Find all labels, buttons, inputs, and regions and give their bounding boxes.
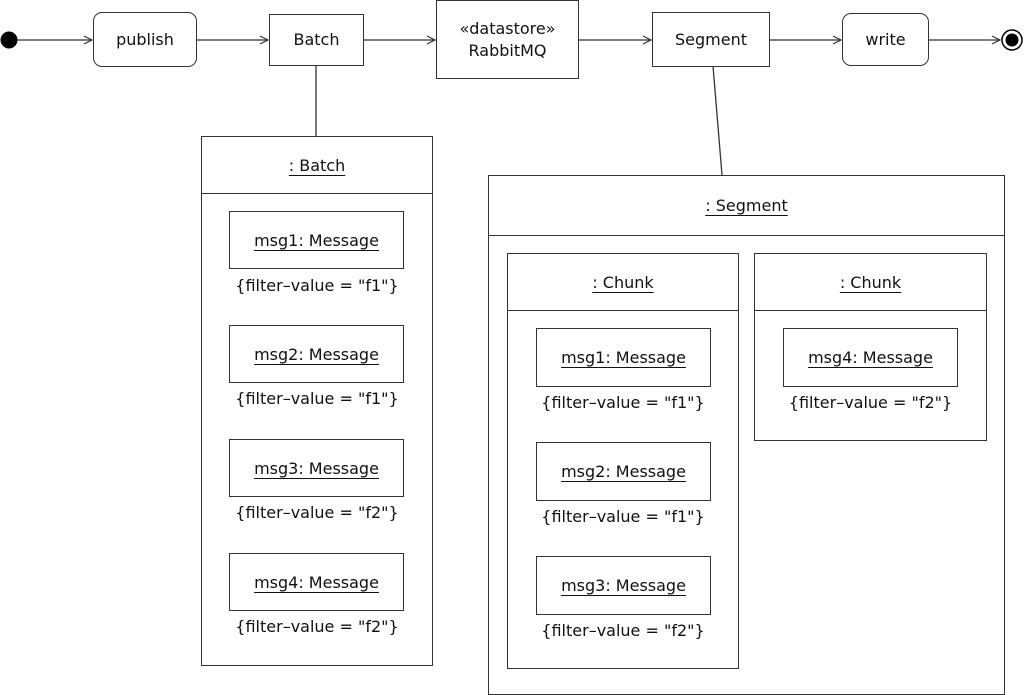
message-object[interactable]: msg4: Message [783,328,958,387]
initial-node [0,31,18,49]
chunk-header: : Chunk [755,254,986,311]
filter-constraint: {filter–value = "f2"} [541,621,705,640]
message-object[interactable]: msg4: Message [229,553,404,611]
filter-constraint: {filter–value = "f1"} [235,276,399,295]
node-label: Segment [675,29,747,49]
message-name: msg3: Message [561,576,686,595]
message-name: msg3: Message [254,458,379,478]
action-publish[interactable]: publish [93,12,197,67]
filter-constraint: {filter–value = "f1"} [541,393,705,412]
action-label: write [865,29,906,49]
filter-constraint: {filter–value = "f1"} [541,507,705,526]
message-name: msg2: Message [561,462,686,481]
message-object[interactable]: msg2: Message [229,325,404,383]
link-segment-object [712,65,723,176]
segment-object-header: : Segment [489,176,1004,236]
message-object[interactable]: msg3: Message [229,439,404,497]
message-name: msg4: Message [254,572,379,592]
object-title: : Chunk [839,272,902,292]
batch-object-header: : Batch [202,137,432,194]
node-label: Batch [293,30,340,50]
message-name: msg1: Message [254,230,379,250]
filter-constraint: {filter–value = "f2"} [788,393,953,412]
object-title: : Chunk [592,272,654,292]
filter-constraint: {filter–value = "f2"} [235,617,399,636]
datastore-rabbitmq[interactable]: «datastore» RabbitMQ [436,0,579,79]
message-object[interactable]: msg2: Message [536,442,711,501]
datastore-name: RabbitMQ [468,40,547,60]
object-title: : Segment [705,196,788,215]
filter-constraint: {filter–value = "f2"} [235,503,399,522]
chunk-header: : Chunk [508,254,738,311]
stereotype-label: «datastore» [459,18,556,38]
message-name: msg4: Message [808,348,933,367]
object-title: : Batch [288,155,346,175]
message-object[interactable]: msg1: Message [229,211,404,269]
message-object[interactable]: msg3: Message [536,556,711,615]
message-name: msg2: Message [254,344,379,364]
object-node-segment[interactable]: Segment [652,12,770,67]
message-name: msg1: Message [561,348,686,367]
filter-constraint: {filter–value = "f1"} [235,389,399,408]
message-object[interactable]: msg1: Message [536,328,711,387]
object-node-batch[interactable]: Batch [269,14,364,66]
action-write[interactable]: write [842,13,929,66]
action-label: publish [116,29,174,49]
